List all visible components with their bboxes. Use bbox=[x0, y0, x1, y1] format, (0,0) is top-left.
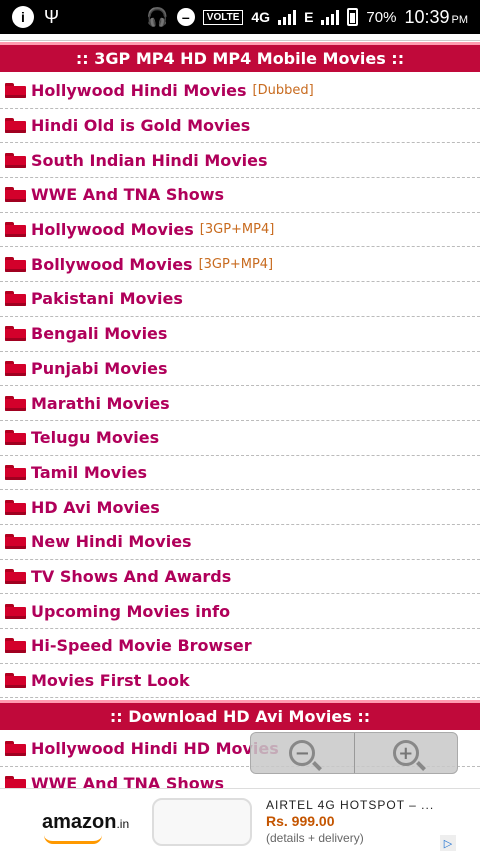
list-item-label: New Hindi Movies bbox=[31, 532, 192, 552]
list-item[interactable]: TV Shows And Awards bbox=[0, 560, 480, 595]
list-item-label: South Indian Hindi Movies bbox=[31, 150, 268, 170]
clock-ampm: PM bbox=[451, 13, 469, 26]
hotspot-device-image bbox=[152, 798, 252, 846]
list-item-label: Upcoming Movies info bbox=[31, 601, 231, 621]
battery-icon bbox=[347, 8, 359, 26]
amazon-smile-icon bbox=[44, 835, 102, 844]
status-bar: i Ψ 🎧 – VOLTE 4G E 70% 10:39 PM bbox=[0, 0, 480, 34]
list-item[interactable]: Pakistani Movies bbox=[0, 282, 480, 317]
volte-label: VOLTE bbox=[202, 9, 244, 25]
info-icon: i bbox=[12, 6, 34, 28]
section-header-hd-avi-movies: :: Download HD Avi Movies :: bbox=[0, 700, 480, 730]
list-item-label: Telugu Movies bbox=[31, 428, 160, 448]
do-not-disturb-icon: – bbox=[176, 8, 195, 26]
list-item[interactable]: Punjabi Movies bbox=[0, 352, 480, 387]
list-item[interactable]: Movies First Look bbox=[0, 664, 480, 699]
list-item[interactable]: Marathi Movies bbox=[0, 386, 480, 421]
list-item-label: TV Shows And Awards bbox=[31, 566, 232, 586]
list-item[interactable]: Tamil Movies bbox=[0, 456, 480, 491]
zoom-in-icon: + bbox=[392, 740, 419, 766]
folder-icon bbox=[5, 499, 26, 515]
list-item-label: HD Avi Movies bbox=[31, 497, 160, 517]
list-item[interactable]: Hollywood Hindi Movies [Dubbed] bbox=[0, 74, 480, 109]
list-item[interactable]: Telugu Movies bbox=[0, 421, 480, 456]
list-item[interactable]: Hindi Old is Gold Movies bbox=[0, 109, 480, 144]
signal-icon bbox=[278, 9, 297, 25]
list-item[interactable]: South Indian Hindi Movies bbox=[0, 143, 480, 179]
headphone-icon: 🎧 bbox=[146, 6, 169, 27]
zoom-control: − + bbox=[250, 732, 458, 774]
folder-icon bbox=[5, 187, 26, 203]
list-item-label: Hollywood Hindi HD Movies bbox=[31, 739, 279, 759]
folder-icon bbox=[5, 83, 26, 99]
battery-percent: 70% bbox=[366, 8, 397, 26]
list-item-label: Movies First Look bbox=[31, 671, 190, 691]
folder-icon bbox=[5, 291, 26, 307]
section-header-mobile-movies: :: 3GP MP4 HD MP4 Mobile Movies :: bbox=[0, 42, 480, 72]
list-item-label: Hindi Old is Gold Movies bbox=[31, 116, 251, 136]
amazon-logo-suffix: .in bbox=[116, 817, 130, 831]
zoom-out-icon: − bbox=[289, 740, 316, 766]
list-item[interactable]: HD Avi Movies bbox=[0, 490, 480, 525]
folder-icon bbox=[5, 256, 26, 272]
list-item[interactable]: Upcoming Movies info bbox=[0, 594, 480, 629]
mobile-movies-list: Hollywood Hindi Movies [Dubbed] Hindi Old … bbox=[0, 74, 480, 699]
folder-icon bbox=[5, 360, 26, 376]
list-item-label: Marathi Movies bbox=[31, 393, 170, 413]
ad-title: AIRTEL 4G HOTSPOT – ... bbox=[266, 798, 435, 812]
usb-icon: Ψ bbox=[44, 6, 60, 27]
amazon-logo-text: amazon bbox=[42, 811, 117, 833]
data-type-label: E bbox=[304, 9, 314, 25]
list-item-badge: [Dubbed] bbox=[252, 83, 314, 99]
page-top-edge bbox=[0, 34, 480, 41]
folder-icon bbox=[5, 534, 26, 550]
list-item[interactable]: Bollywood Movies [3GP+MP4] bbox=[0, 247, 480, 283]
folder-icon bbox=[5, 638, 26, 654]
ad-subtitle: (details + delivery) bbox=[266, 831, 364, 845]
zoom-in-button[interactable]: + bbox=[355, 733, 458, 773]
clock-time: 10:39 bbox=[404, 6, 450, 27]
folder-icon bbox=[5, 118, 26, 134]
ad-price: Rs. 999.00 bbox=[266, 813, 335, 829]
signal-icon-2 bbox=[321, 9, 340, 25]
folder-icon bbox=[5, 430, 26, 446]
list-item[interactable]: WWE And TNA Shows bbox=[0, 178, 480, 213]
list-item-label: Punjabi Movies bbox=[31, 358, 168, 378]
list-item-label: Hollywood Movies bbox=[31, 220, 194, 240]
clock: 10:39 PM bbox=[404, 7, 468, 28]
list-item-label: Tamil Movies bbox=[31, 462, 148, 482]
list-item-badge: [3GP+MP4] bbox=[198, 256, 274, 272]
network-type: 4G bbox=[251, 9, 271, 25]
folder-icon bbox=[5, 603, 26, 619]
list-item-label: WWE And TNA Shows bbox=[31, 185, 225, 205]
list-item-label: Hollywood Hindi Movies bbox=[31, 81, 247, 101]
folder-icon bbox=[5, 568, 26, 584]
list-item[interactable]: Hollywood Movies [3GP+MP4] bbox=[0, 213, 480, 248]
amazon-logo: amazon.in bbox=[42, 811, 129, 834]
list-item[interactable]: Hi-Speed Movie Browser bbox=[0, 629, 480, 664]
list-item-label: Hi-Speed Movie Browser bbox=[31, 636, 252, 656]
list-item-badge: [3GP+MP4] bbox=[199, 222, 275, 238]
folder-icon bbox=[5, 152, 26, 168]
folder-icon bbox=[5, 673, 26, 689]
list-item-label: Pakistani Movies bbox=[31, 289, 183, 309]
list-item[interactable]: New Hindi Movies bbox=[0, 525, 480, 560]
folder-icon bbox=[5, 464, 26, 480]
folder-icon bbox=[5, 222, 26, 238]
folder-icon bbox=[5, 326, 26, 342]
folder-icon bbox=[5, 741, 26, 757]
zoom-out-button[interactable]: − bbox=[251, 733, 355, 773]
list-item[interactable]: Bengali Movies bbox=[0, 317, 480, 352]
adchoices-icon[interactable]: ▷ bbox=[440, 835, 456, 851]
list-item-label: Bengali Movies bbox=[31, 324, 168, 344]
list-item-label: Bollywood Movies bbox=[31, 254, 193, 274]
folder-icon bbox=[5, 395, 26, 411]
